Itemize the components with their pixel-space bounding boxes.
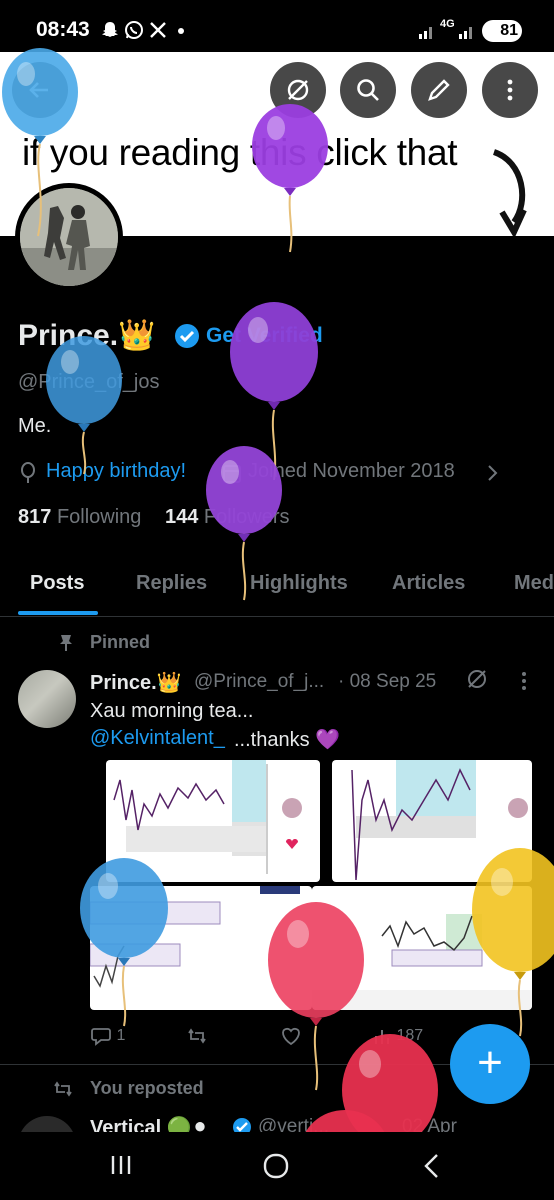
post-more-icon[interactable] (520, 670, 528, 697)
tab-media[interactable]: Med (514, 572, 554, 595)
dot-icon (178, 28, 184, 34)
balloon-blue-1 (2, 48, 78, 237)
verified-badge-icon[interactable] (174, 323, 200, 354)
signal-icon (418, 22, 436, 45)
tab-replies[interactable]: Replies (136, 572, 207, 595)
status-bar: 08:43 4G 81 (0, 0, 554, 60)
signal-icon-2 (458, 22, 476, 45)
more-button[interactable] (482, 62, 538, 118)
repost-button[interactable] (186, 1026, 208, 1051)
post-author-handle[interactable]: @Prince_of_j... (194, 671, 324, 693)
pinned-label: Pinned (90, 632, 151, 652)
post-text-after: ...thanks 💜 (234, 729, 341, 751)
home-icon[interactable] (262, 1152, 290, 1185)
chevron-right-icon[interactable] (486, 462, 500, 489)
post-date: · 08 Sep 25 (338, 671, 437, 692)
reply-count: 1 (116, 1027, 126, 1045)
snapchat-icon (100, 20, 120, 40)
battery-indicator: 81 (482, 20, 522, 42)
repost-label: You reposted (90, 1078, 204, 1098)
repost-icon (188, 1028, 206, 1044)
reply-button[interactable]: 1 (90, 1026, 125, 1046)
back-nav-icon[interactable] (420, 1152, 444, 1185)
search-icon (357, 79, 379, 101)
compose-button[interactable]: + (450, 1024, 530, 1104)
tabs-divider (0, 616, 554, 617)
grok-icon (287, 79, 309, 101)
status-time: 08:43 (36, 18, 90, 41)
reply-icon (91, 1028, 111, 1046)
post-avatar[interactable] (18, 670, 76, 728)
balloon-purple-1 (252, 104, 328, 253)
post-text: Xau morning tea... (90, 700, 254, 722)
following-count: 817 (18, 506, 52, 528)
arrow-icon (492, 149, 527, 236)
balloon-purple-3 (206, 446, 282, 601)
banner-text: if you reading this click that (22, 132, 458, 173)
x-icon (148, 20, 168, 40)
pin-icon (58, 634, 74, 657)
balloon-birthday-icon (18, 462, 38, 489)
recent-apps-icon[interactable] (108, 1152, 134, 1183)
system-nav-bar (0, 1132, 554, 1200)
followers-count: 144 (164, 506, 199, 528)
grok-icon[interactable] (466, 668, 488, 695)
tab-posts[interactable]: Posts (30, 572, 84, 595)
balloon-blue-3 (80, 858, 168, 1027)
search-button[interactable] (340, 62, 396, 118)
whatsapp-icon (124, 20, 144, 40)
network-label: 4G (440, 18, 455, 30)
edit-button[interactable] (411, 62, 467, 118)
more-icon (507, 79, 513, 101)
following-link[interactable]: 817 Following (18, 506, 141, 528)
edit-icon (428, 79, 450, 101)
post-mention-link[interactable]: @Kelvintalent_ (90, 727, 225, 750)
post-author-name[interactable]: Prince.👑 (90, 670, 182, 695)
balloon-blue-2 (46, 336, 122, 475)
balloon-yellow-1 (472, 848, 554, 1037)
active-tab-indicator (18, 611, 98, 615)
tab-articles[interactable]: Articles (392, 572, 465, 595)
following-label: Following (56, 506, 142, 528)
repost-icon (52, 1080, 74, 1103)
